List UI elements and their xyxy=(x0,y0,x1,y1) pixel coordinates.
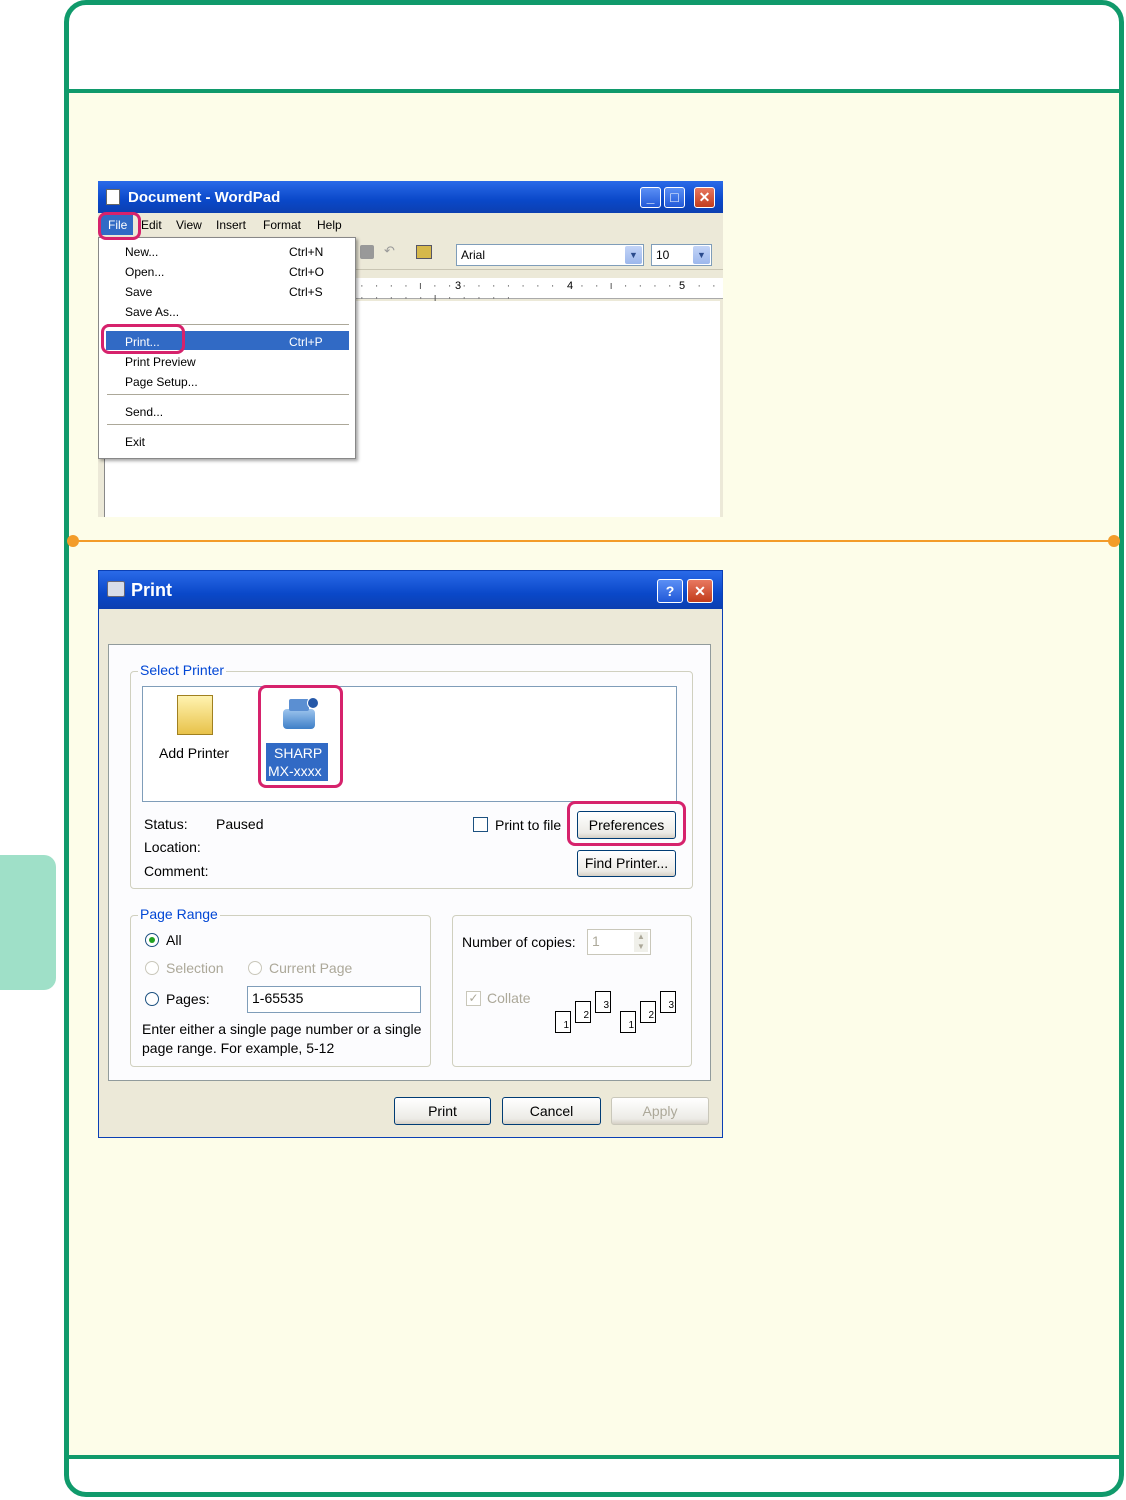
insert-object-icon[interactable] xyxy=(416,245,432,259)
wordpad-app-icon xyxy=(106,189,120,205)
selection-radio[interactable] xyxy=(145,961,159,975)
copies-input[interactable]: 1 ▲ ▼ xyxy=(587,929,651,955)
printer-icon xyxy=(107,581,125,597)
close-icon[interactable]: ✕ xyxy=(694,187,715,208)
menu-edit[interactable]: Edit xyxy=(141,218,162,232)
all-label: All xyxy=(166,932,182,948)
current-page-label: Current Page xyxy=(269,960,353,976)
chevron-down-icon: ▼ xyxy=(625,246,642,264)
general-tab-panel: Select Printer Add Printer SHARP MX-xxxx… xyxy=(108,644,711,1081)
menu-insert[interactable]: Insert xyxy=(216,218,246,232)
copies-value: 1 xyxy=(592,933,600,949)
printer-callout xyxy=(258,685,343,788)
page-range-label: Page Range xyxy=(138,906,220,922)
cancel-button[interactable]: Cancel xyxy=(502,1097,601,1125)
divider-dot-left xyxy=(67,535,79,547)
ruler-number: 4 xyxy=(565,280,576,292)
wordpad-menubar: File Edit View Insert Format Help xyxy=(98,213,723,237)
collate-page-2: 2 xyxy=(640,1001,656,1023)
collate-page-3: 3 xyxy=(660,991,676,1013)
add-printer-label[interactable]: Add Printer xyxy=(159,745,229,761)
menu-help[interactable]: Help xyxy=(317,218,342,232)
status-label: Status: xyxy=(144,816,188,832)
font-size-select[interactable]: 10 ▼ xyxy=(651,244,712,266)
collate-label: Collate xyxy=(487,990,531,1006)
collate-page-1: 1 xyxy=(620,1011,636,1033)
font-name-value: Arial xyxy=(461,248,486,262)
close-icon[interactable]: ✕ xyxy=(687,579,713,603)
menu-item-exit[interactable]: Exit xyxy=(125,435,145,449)
wordpad-title: Document - WordPad xyxy=(128,189,281,206)
pages-label: Pages: xyxy=(166,991,210,1007)
all-radio[interactable] xyxy=(145,933,159,947)
ruler-number: 3 xyxy=(453,280,464,292)
menu-item-open[interactable]: Open... xyxy=(125,265,164,279)
spinner-icon[interactable]: ▲ ▼ xyxy=(634,932,648,952)
find-printer-button[interactable]: Find Printer... xyxy=(577,850,676,877)
preferences-callout xyxy=(567,801,686,846)
collate-page-1: 1 xyxy=(555,1011,571,1033)
shortcut-new: Ctrl+N xyxy=(289,245,324,259)
current-page-radio[interactable] xyxy=(248,961,262,975)
collate-page-2: 2 xyxy=(575,1001,591,1023)
paste-icon[interactable] xyxy=(360,245,374,259)
print-dialog-title: Print xyxy=(131,580,173,600)
menu-item-print-preview[interactable]: Print Preview xyxy=(125,355,196,369)
status-value: Paused xyxy=(216,816,264,832)
pages-hint-line1: Enter either a single page number or a s… xyxy=(142,1021,422,1037)
shortcut-open: Ctrl+O xyxy=(289,265,325,279)
font-name-select[interactable]: Arial ▼ xyxy=(456,244,644,266)
copies-label: Number of copies: xyxy=(462,934,576,950)
undo-icon[interactable]: ↶ xyxy=(384,243,395,259)
maximize-icon[interactable]: □ xyxy=(664,187,685,208)
wordpad-title-bar: Document - WordPad _ □ ✕ xyxy=(98,181,723,213)
printer-list[interactable]: Add Printer SHARP MX-xxxx xyxy=(142,686,677,802)
menu-format[interactable]: Format xyxy=(263,218,301,232)
pages-input[interactable]: 1-65535 xyxy=(247,986,421,1013)
pages-hint-line2: page range. For example, 5-12 xyxy=(142,1040,335,1056)
ruler-number: 5 xyxy=(677,280,688,292)
comment-label: Comment: xyxy=(144,863,209,879)
location-label: Location: xyxy=(144,839,201,855)
shortcut-save: Ctrl+S xyxy=(289,285,323,299)
add-printer-icon[interactable] xyxy=(177,695,213,735)
menu-view[interactable]: View xyxy=(176,218,202,232)
print-dialog-title-bar: Print ? ✕ xyxy=(99,571,722,609)
select-printer-label: Select Printer xyxy=(138,662,227,678)
shortcut-print: Ctrl+P xyxy=(289,335,323,349)
menu-item-send[interactable]: Send... xyxy=(125,405,163,419)
menu-item-page-setup[interactable]: Page Setup... xyxy=(125,375,198,389)
wordpad-window: Document - WordPad _ □ ✕ File Edit View … xyxy=(98,181,723,517)
menu-separator xyxy=(107,394,349,395)
side-tab xyxy=(0,855,56,990)
print-to-file-checkbox[interactable] xyxy=(473,817,488,832)
menu-separator xyxy=(107,424,349,425)
print-to-file-label: Print to file xyxy=(495,817,562,833)
print-dialog: Print ? ✕ Select Printer Add Printer SHA… xyxy=(98,570,723,1138)
menu-item-new[interactable]: New... xyxy=(125,245,158,259)
pages-radio[interactable] xyxy=(145,992,159,1006)
chevron-down-icon: ▼ xyxy=(693,246,710,264)
collate-page-3: 3 xyxy=(595,991,611,1013)
step-divider xyxy=(72,540,1118,542)
help-icon[interactable]: ? xyxy=(657,579,683,603)
apply-button[interactable]: Apply xyxy=(611,1097,709,1125)
minimize-icon[interactable]: _ xyxy=(640,187,661,208)
menu-item-save-as[interactable]: Save As... xyxy=(125,305,179,319)
collate-checkbox[interactable]: ✓ xyxy=(466,991,481,1006)
file-menu-callout xyxy=(98,212,141,240)
selection-label: Selection xyxy=(166,960,224,976)
font-size-value: 10 xyxy=(656,248,670,262)
divider-dot-right xyxy=(1108,535,1120,547)
print-button[interactable]: Print xyxy=(394,1097,491,1125)
print-item-callout xyxy=(101,324,185,354)
menu-item-save[interactable]: Save xyxy=(125,285,152,299)
